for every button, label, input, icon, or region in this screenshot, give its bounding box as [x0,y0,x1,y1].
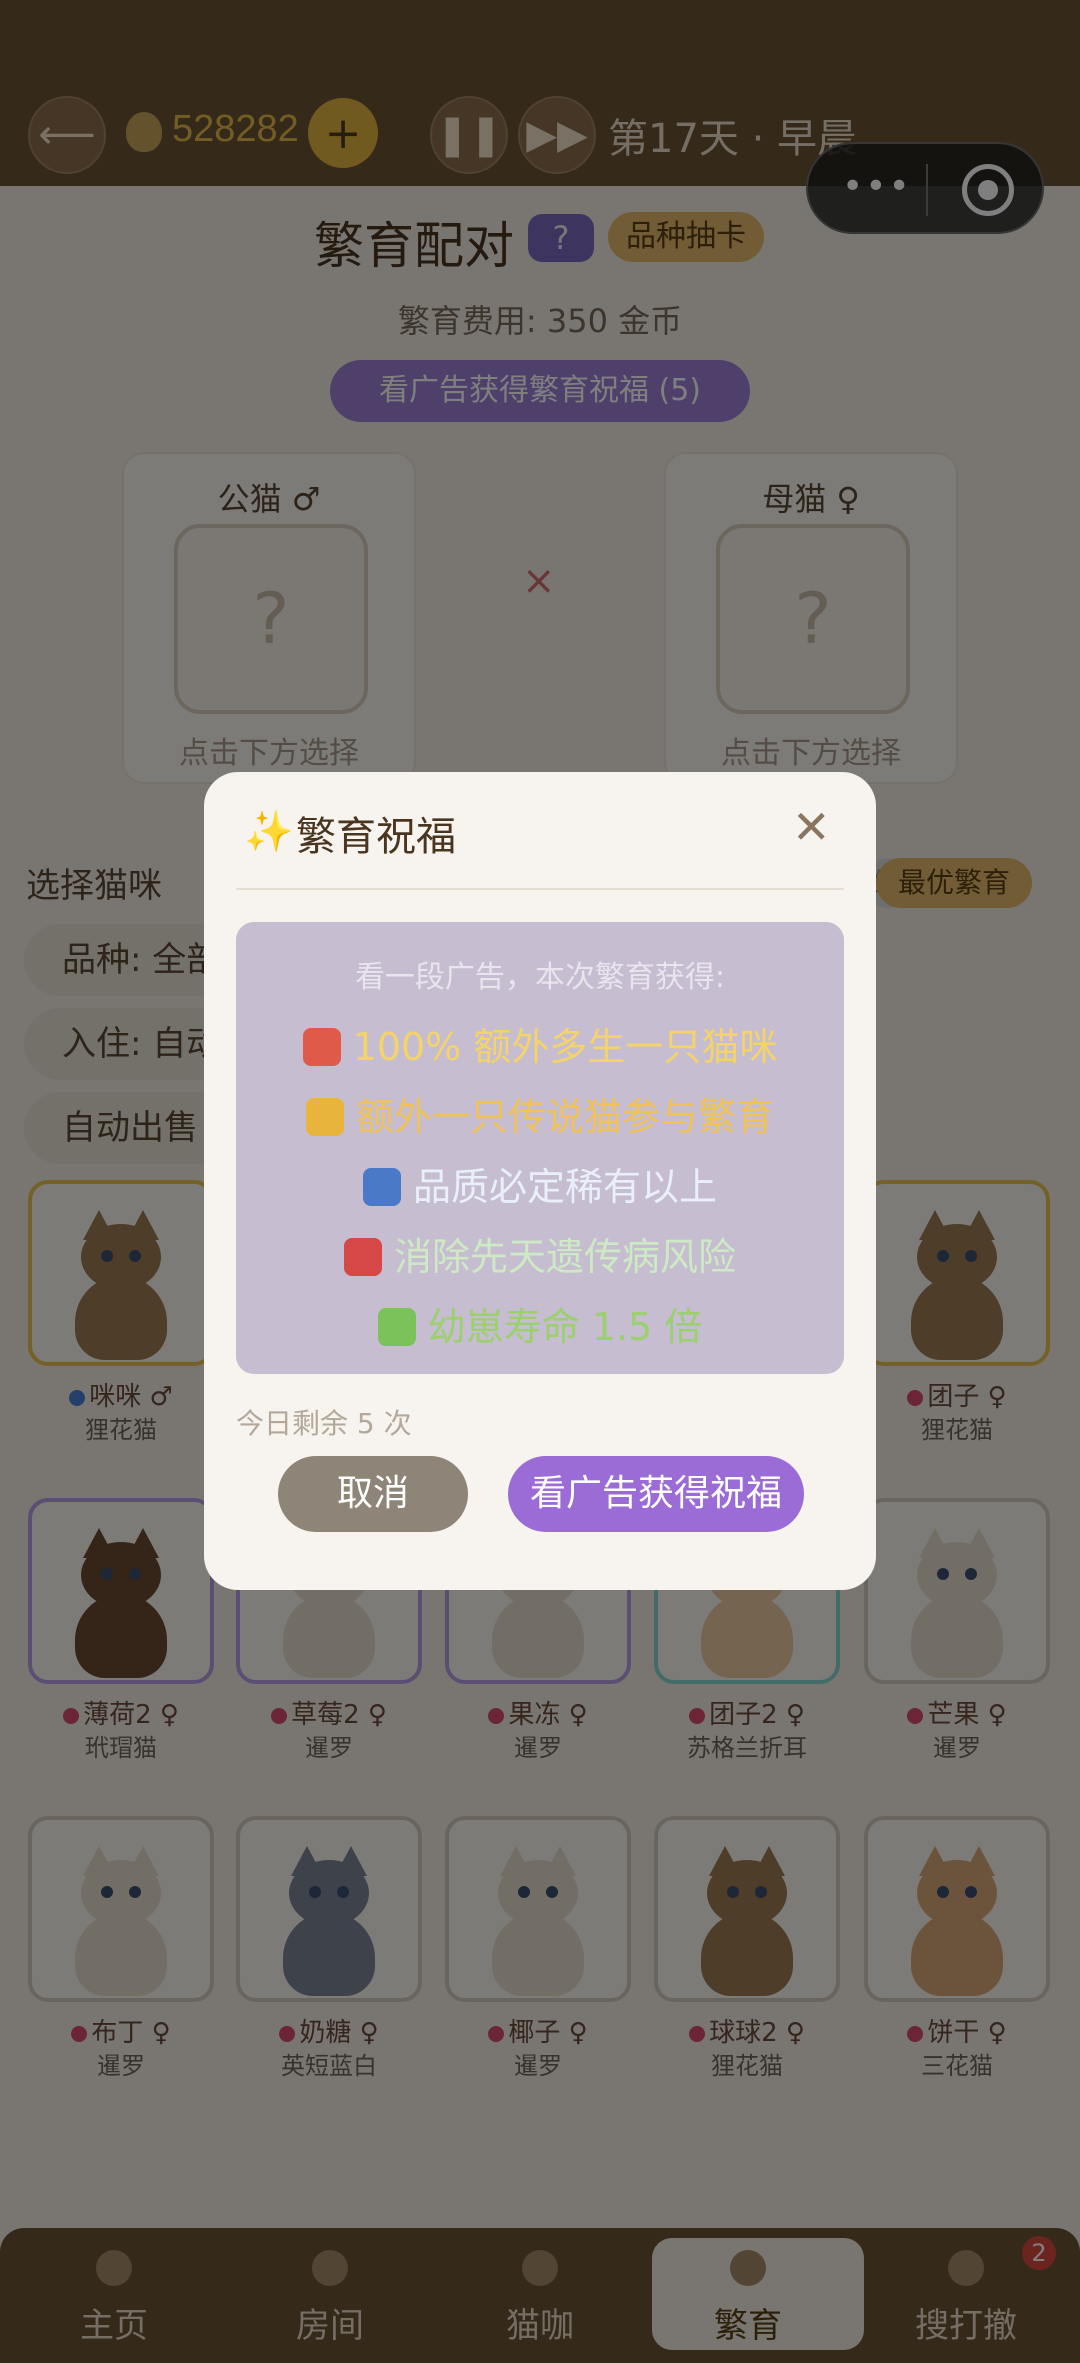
sparkles-icon: ✨ [244,809,294,855]
benefit-text: 品质必定稀有以上 [412,1165,717,1209]
benefits-intro: 看一段广告，本次繁育获得: [354,960,726,995]
benefit-item: 额外一只传说猫参与繁育 [236,1086,844,1141]
benefit-item: 幼崽寿命 1.5 倍 [236,1296,844,1351]
cancel-button[interactable]: 取消 [278,1456,468,1532]
benefit-text: 消除先天遗传病风险 [393,1235,736,1279]
watch-ad-button[interactable]: 看广告获得祝福 [508,1456,804,1532]
benefit-item: 100% 额外多生一只猫咪 [236,1016,844,1071]
close-icon[interactable]: ✕ [792,800,831,854]
benefits-box: 看一段广告，本次繁育获得: 100% 额外多生一只猫咪 额外一只传说猫参与繁育 品质… [236,922,844,1374]
remaining-count: 今日剩余 5 次 [236,1407,412,1440]
benefit-text: 100% 额外多生一只猫咪 [352,1025,778,1069]
benefit-text: 额外一只传说猫参与繁育 [355,1095,774,1139]
modal-title: 繁育祝福 [296,814,456,860]
modal-divider [236,888,844,890]
heart-icon [377,1308,416,1346]
benefit-item: 消除先天遗传病风险 [236,1226,844,1281]
benefit-text: 幼崽寿命 1.5 倍 [427,1305,703,1349]
benefit-item: 品质必定稀有以上 [236,1156,844,1211]
shield-icon [362,1168,401,1206]
blessing-modal: ✨ 繁育祝福 ✕ 看一段广告，本次繁育获得: 100% 额外多生一只猫咪 额外一只… [204,772,876,1590]
crown-icon [305,1098,344,1136]
gift-icon [302,1028,341,1066]
prohibited-icon [343,1238,382,1276]
